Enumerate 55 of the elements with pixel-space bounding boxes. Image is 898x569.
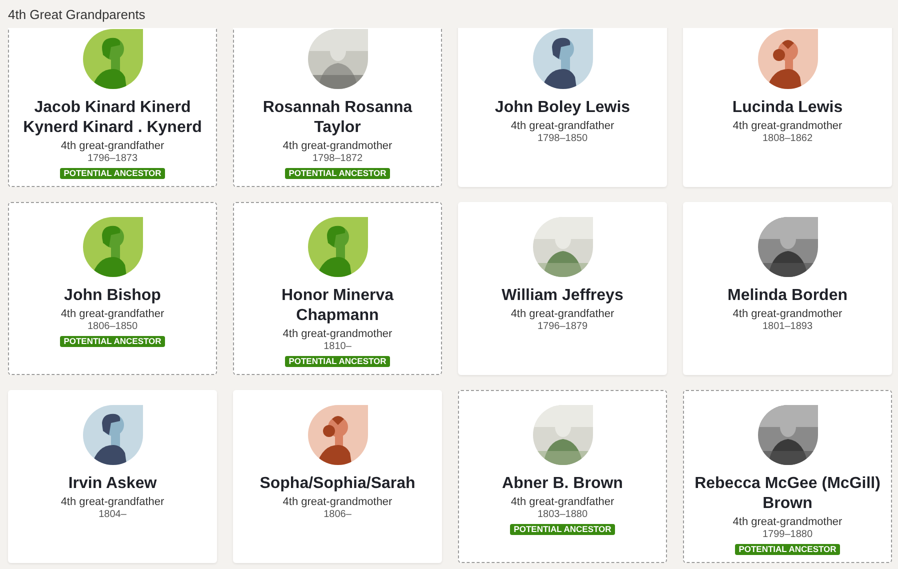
relationship-label: 4th great-grandfather <box>510 496 614 509</box>
potential-ancestor-badge: POTENTIAL ANCESTOR <box>60 168 166 179</box>
person-name: Lucinda Lewis <box>732 98 843 118</box>
person-name: Abner B. Brown <box>502 474 623 494</box>
person-card[interactable]: Rebecca McGee (McGill) Brown 4th great-grandmother 1799–1880 POTENTIAL ANCESTOR <box>683 390 892 563</box>
relationship-label: 4th great-grandmother <box>732 308 842 321</box>
relationship-label: 4th great-grandmother <box>282 140 392 153</box>
potential-ancestor-badge: POTENTIAL ANCESTOR <box>60 336 166 347</box>
person-card[interactable]: Abner B. Brown 4th great-grandfather 1803–1880 POTENTIAL ANCESTOR <box>458 390 667 563</box>
potential-ancestor-badge: POTENTIAL ANCESTOR <box>284 356 390 367</box>
life-dates: 1806–1850 <box>87 321 138 333</box>
potential-ancestor-badge: POTENTIAL ANCESTOR <box>510 524 616 535</box>
person-name: Rosannah Rosanna Taylor <box>262 98 414 138</box>
relationship-label: 4th great-grandfather <box>60 308 164 321</box>
person-card[interactable]: Melinda Borden 4th great-grandmother 1801–1893 <box>683 202 892 375</box>
person-name: Jacob Kinard Kinerd Kynerd Kinard . Kynerd <box>22 98 203 138</box>
life-dates: 1801–1893 <box>762 321 813 333</box>
person-name: Rebecca McGee (McGill) Brown <box>694 474 882 514</box>
life-dates: 1799–1880 <box>762 529 813 541</box>
relationship-label: 4th great-grandfather <box>60 496 164 509</box>
person-name: Melinda Borden <box>727 286 848 306</box>
relationship-label: 4th great-grandfather <box>60 140 164 153</box>
person-card[interactable]: Jacob Kinard Kinerd Kynerd Kinard . Kynerd 4th great-grandfather 1796–1873 POTENTIAL ANCESTOR <box>8 28 217 187</box>
potential-ancestor-badge: POTENTIAL ANCESTOR <box>284 168 390 179</box>
life-dates: 1796–1873 <box>87 153 138 165</box>
life-dates: 1798–1850 <box>537 133 588 145</box>
life-dates: 1798–1872 <box>312 153 363 165</box>
life-dates: 1796–1879 <box>537 321 588 333</box>
person-name: Honor Minerva Chapmann <box>280 286 395 326</box>
life-dates: 1804– <box>98 509 126 521</box>
person-name: William Jeffreys <box>502 286 624 306</box>
relationship-label: 4th great-grandfather <box>510 308 614 321</box>
life-dates: 1808–1862 <box>762 133 813 145</box>
person-name: John Boley Lewis <box>494 98 630 118</box>
relationship-label: 4th great-grandmother <box>732 120 842 133</box>
person-card[interactable]: Irvin Askew 4th great-grandfather 1804– <box>8 390 217 563</box>
person-card[interactable]: John Boley Lewis 4th great-grandfather 1798–1850 <box>458 28 667 187</box>
person-name: John Bishop <box>64 286 161 306</box>
person-name: Sopha/Sophia/Sarah <box>260 474 416 494</box>
relationship-label: 4th great-grandmother <box>282 328 392 341</box>
life-dates: 1810– <box>324 341 352 353</box>
relationship-label: 4th great-grandmother <box>282 496 392 509</box>
relationship-label: 4th great-grandmother <box>732 516 842 529</box>
person-card[interactable]: Rosannah Rosanna Taylor 4th great-grandmother 1798–1872 POTENTIAL ANCESTOR <box>233 28 442 187</box>
person-name: Irvin Askew <box>68 474 157 494</box>
person-card[interactable]: Honor Minerva Chapmann 4th great-grandmother 1810– POTENTIAL ANCESTOR <box>233 202 442 375</box>
life-dates: 1806– <box>324 509 352 521</box>
person-card[interactable]: Lucinda Lewis 4th great-grandmother 1808–1862 <box>683 28 892 187</box>
relationship-label: 4th great-grandfather <box>510 120 614 133</box>
potential-ancestor-badge: POTENTIAL ANCESTOR <box>734 544 840 555</box>
person-card[interactable]: John Bishop 4th great-grandfather 1806–1850 POTENTIAL ANCESTOR <box>8 202 217 375</box>
person-card[interactable]: William Jeffreys 4th great-grandfather 1796–1879 <box>458 202 667 375</box>
section-title: 4th Great Grandparents <box>8 6 146 22</box>
life-dates: 1803–1880 <box>537 509 588 521</box>
person-card[interactable]: Sopha/Sophia/Sarah 4th great-grandmother 1806– <box>233 390 442 563</box>
